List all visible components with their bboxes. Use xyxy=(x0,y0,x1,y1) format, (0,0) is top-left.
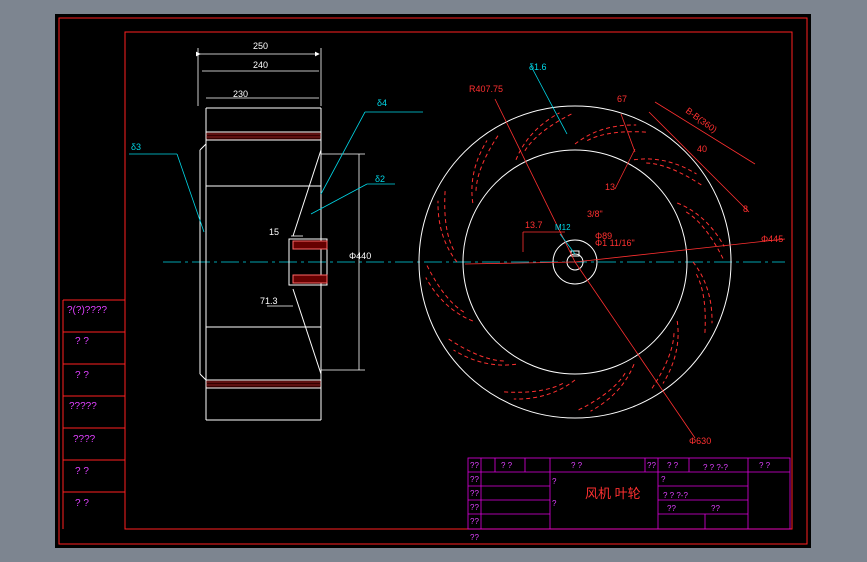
blade-outline xyxy=(437,200,458,263)
drawing-sheet: ?(?)???? ? ? ? ? ????? ???? ? ? ? ? 250 … xyxy=(55,14,811,548)
side-table-cell: ? ? xyxy=(75,336,89,347)
blade-outline xyxy=(574,124,637,145)
label-thread: 3/8" xyxy=(587,209,603,219)
side-table-cell: ? ? xyxy=(75,370,89,381)
label-shroud-thickness: δ4 xyxy=(377,98,387,108)
front-dimension-labels: R407.75 67 B-B(360) 40 13 8 Φ445 13.7 Φ8… xyxy=(469,84,783,446)
label-blade-thickness: δ2 xyxy=(375,174,385,184)
side-table-cell: ? ? xyxy=(75,498,89,509)
blade-outline xyxy=(513,379,576,400)
label-keyway: M12 xyxy=(555,223,571,232)
blade-outline xyxy=(695,273,706,334)
blade-outline xyxy=(692,261,713,324)
hatch xyxy=(206,133,321,386)
dim-inlet-diameter: Φ440 xyxy=(349,251,371,261)
label-inlet-diameter: Φ445 xyxy=(761,234,783,244)
blade-outline xyxy=(471,140,488,204)
title-cell: ?? xyxy=(711,504,720,513)
blade-outline xyxy=(633,158,697,175)
label-blade-spacing: 67 xyxy=(617,94,627,104)
title-cell: ? ? ?-? xyxy=(703,463,728,472)
blade-outline xyxy=(586,131,647,142)
label-blade-length: 40 xyxy=(697,144,707,154)
cad-drawing: ?(?)???? ? ? ? ? ????? ???? ? ? ? ? 250 … xyxy=(58,17,808,545)
label-outer-diameter: Φ630 xyxy=(689,436,711,446)
blade-outline xyxy=(453,349,517,366)
side-table-cell: ????? xyxy=(69,401,97,412)
title-cell: ?? xyxy=(470,489,479,498)
title-cell: ? xyxy=(552,477,557,486)
title-cell: ?? xyxy=(470,533,479,542)
side-table-cell: ? ? xyxy=(75,466,89,477)
dim-width-middle: 240 xyxy=(253,60,268,70)
side-table-cell: ?(?)???? xyxy=(67,305,107,316)
label-blade-thickness: δ1.6 xyxy=(529,62,547,72)
title-cell: ? ? xyxy=(759,461,771,470)
side-table xyxy=(62,299,125,529)
blade-outline xyxy=(503,382,564,393)
title-cell: ?? xyxy=(470,475,479,484)
title-cell: ? xyxy=(552,499,557,508)
side-leader-labels: δ3 δ4 δ2 xyxy=(131,98,387,184)
title-cell: ? ? xyxy=(571,461,583,470)
dim-width-inner: 230 xyxy=(233,89,248,99)
front-dimensions xyxy=(464,98,786,439)
label-blade-arc-radius: R407.75 xyxy=(469,84,503,94)
drawing-title: 风机 叶轮 xyxy=(585,486,641,501)
blade-outline xyxy=(646,162,702,186)
blade-outline xyxy=(475,135,499,191)
dim-hub-length: 15 xyxy=(269,227,279,237)
label-blade-chord: 13 xyxy=(605,182,615,192)
label-keyway-depth: 13.7 xyxy=(525,220,543,230)
title-cell: ?? xyxy=(667,504,676,513)
title-cell: ? ? ?-? xyxy=(663,491,688,500)
blade-outline xyxy=(662,320,679,384)
title-cell: ? ? xyxy=(667,461,679,470)
side-leaders xyxy=(129,111,423,233)
title-cell: ?? xyxy=(470,461,479,470)
title-cell: ?? xyxy=(647,461,656,470)
side-dimensions xyxy=(196,48,365,371)
label-backplate-thickness: δ3 xyxy=(131,142,141,152)
title-cell: ? ? xyxy=(501,461,513,470)
side-dimension-labels: 250 240 230 Φ440 15 71.3 xyxy=(233,41,371,306)
title-cell: ? xyxy=(661,475,666,484)
side-table-cell: ???? xyxy=(73,434,96,445)
blade-outline xyxy=(515,112,560,160)
blade-outline xyxy=(677,202,725,247)
blade-outline xyxy=(590,364,635,412)
title-cell: ?? xyxy=(470,503,479,512)
title-cell: ?? xyxy=(470,517,479,526)
outer-frame xyxy=(58,17,808,545)
title-block-cells: ?? ? ? ? ? ?? ? ? ? ? ?-? ? ? ?? ?? ?? ?… xyxy=(470,461,771,542)
dim-hub-offset: 71.3 xyxy=(260,296,278,306)
side-table-labels: ?(?)???? ? ? ? ? ????? ???? ? ? ? ? xyxy=(67,305,107,509)
side-view xyxy=(199,107,328,421)
label-blade-tip: 8 xyxy=(743,204,748,214)
blade-outline xyxy=(425,277,473,322)
blade-outline xyxy=(444,190,455,251)
label-bore-thread: Φ1 11/16" xyxy=(595,238,635,248)
blade-outline xyxy=(448,338,504,362)
dim-width-overall: 250 xyxy=(253,41,268,51)
